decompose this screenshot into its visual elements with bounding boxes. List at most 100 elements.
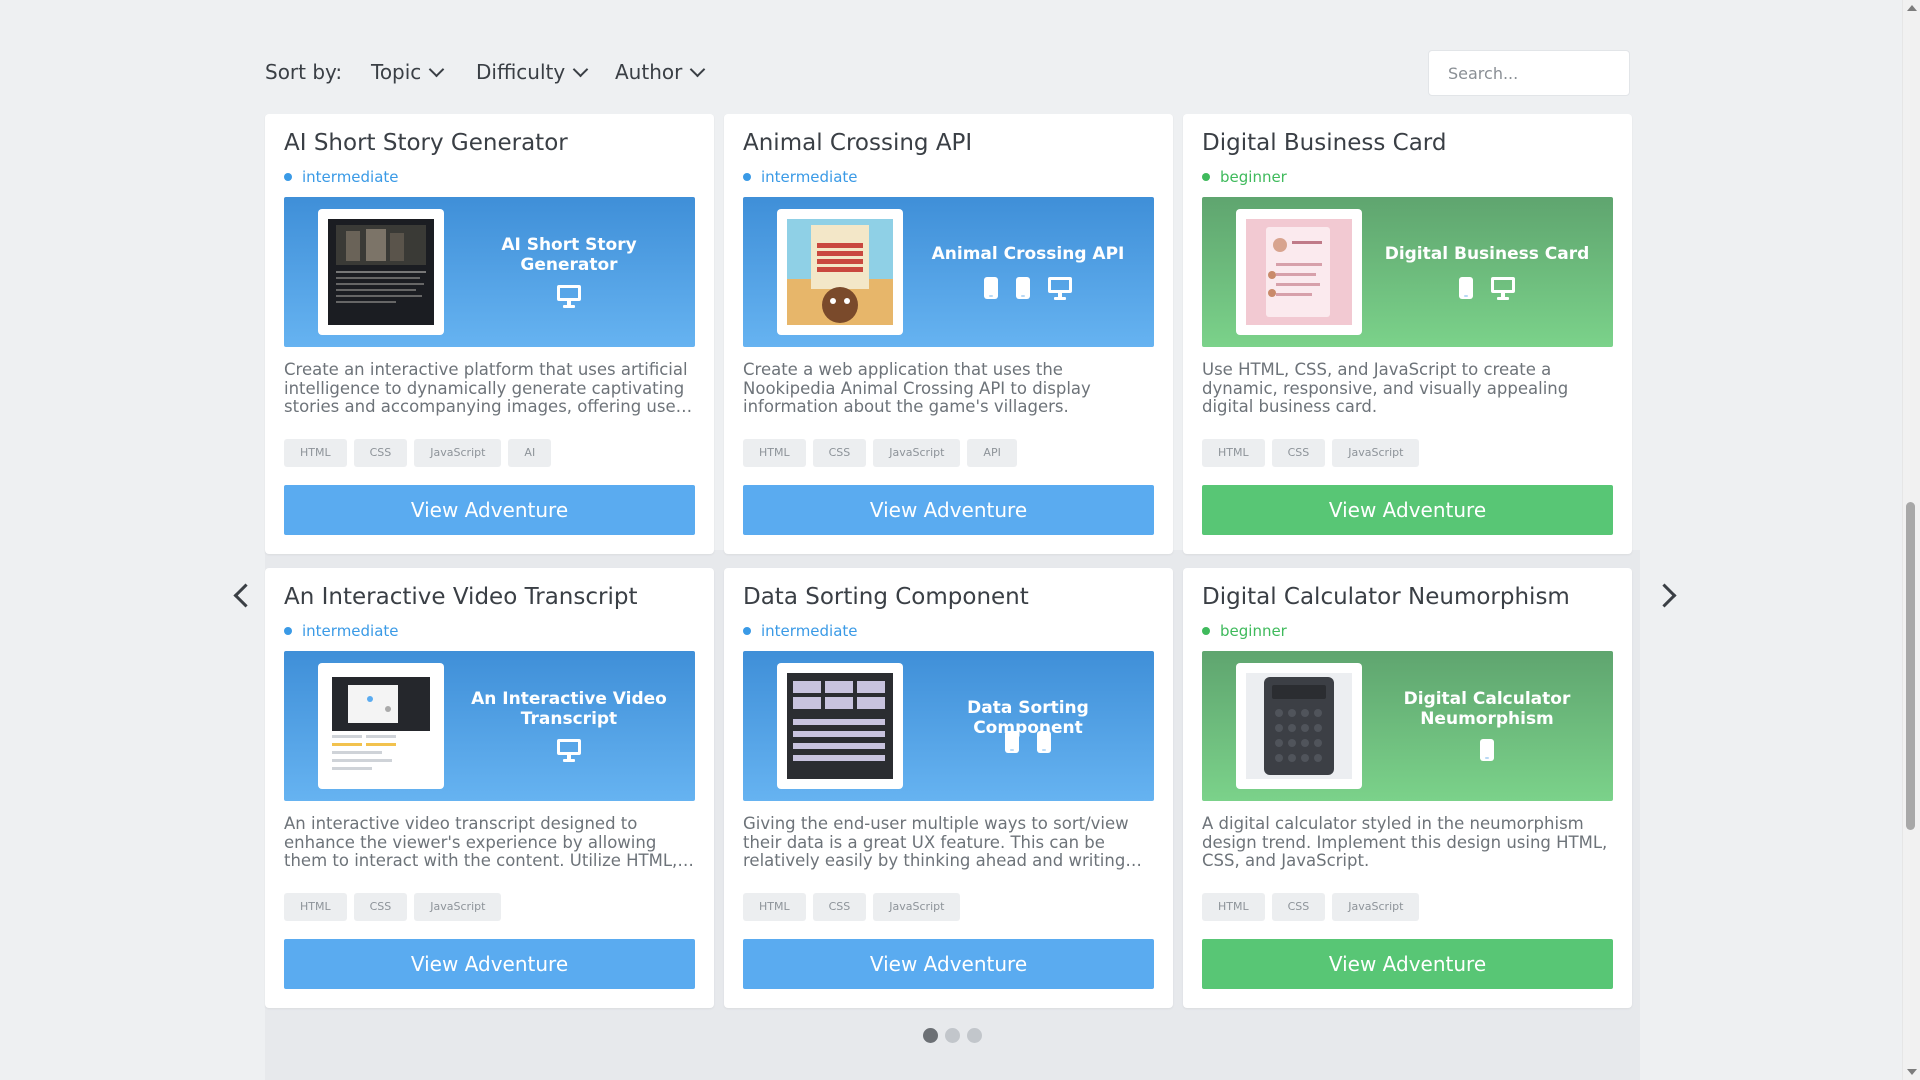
supported-devices: [459, 739, 679, 763]
card-description: Use HTML, CSS, and JavaScript to create …: [1202, 361, 1569, 416]
supported-devices: [1377, 739, 1597, 761]
card-description: A digital calculator styled in the neumo…: [1202, 815, 1608, 870]
view-adventure-button[interactable]: View Adventure: [743, 485, 1154, 535]
card-title: Digital Business Card: [1202, 130, 1447, 156]
supported-devices: [1377, 277, 1597, 301]
tech-tags: HTML CSS JavaScript: [1202, 439, 1420, 467]
chevron-down-icon: [429, 61, 445, 78]
project-preview-image: [328, 673, 434, 779]
project-preview-frame: [1236, 209, 1362, 335]
carousel-prev-arrow-icon[interactable]: [233, 583, 258, 608]
adventure-card: Digital Business Card beginner Digital B…: [1183, 114, 1632, 554]
tech-tag: CSS: [812, 439, 867, 467]
adventure-card: Data Sorting Component intermediate Data…: [724, 568, 1173, 1008]
sort-difficulty-label: Difficulty: [476, 60, 566, 84]
tech-tags: HTML CSS JavaScript API: [743, 439, 1017, 467]
phone-icon: [1005, 731, 1019, 753]
tech-tags: HTML CSS JavaScript AI: [284, 439, 552, 467]
tech-tag: HTML: [1202, 439, 1265, 467]
difficulty-badge: intermediate: [284, 168, 399, 186]
tech-tags: HTML CSS JavaScript: [284, 893, 502, 921]
difficulty-dot-icon: [743, 173, 751, 181]
chevron-down-icon: [572, 61, 589, 78]
project-banner: An Interactive Video Transcript: [284, 651, 695, 801]
tech-tag: CSS: [1271, 893, 1326, 921]
tech-tag: JavaScript: [873, 893, 961, 921]
card-title: An Interactive Video Transcript: [284, 584, 638, 610]
project-banner: Data Sorting Component: [743, 651, 1154, 801]
project-preview-frame: [318, 663, 444, 789]
view-adventure-button[interactable]: View Adventure: [1202, 485, 1613, 535]
search-input[interactable]: [1428, 50, 1630, 96]
phone-icon: [1480, 739, 1494, 761]
supported-devices: [459, 285, 679, 309]
card-description: Giving the end-user multiple ways to sor…: [743, 815, 1129, 871]
phone-icon: [1459, 277, 1473, 299]
project-preview-frame: [318, 209, 444, 335]
project-preview-image: [1246, 219, 1352, 325]
view-adventure-button[interactable]: View Adventure: [743, 939, 1154, 989]
scroll-down-arrow-icon[interactable]: [1907, 1069, 1917, 1075]
adventure-card: An Interactive Video Transcript intermed…: [265, 568, 714, 1008]
difficulty-dot-icon: [1202, 173, 1210, 181]
difficulty-badge: intermediate: [284, 622, 399, 640]
card-description: An interactive video transcript designed…: [284, 815, 678, 871]
view-adventure-button[interactable]: View Adventure: [284, 485, 695, 535]
carousel-page-dot[interactable]: [967, 1028, 982, 1043]
carousel-page-dot[interactable]: [923, 1028, 938, 1043]
sort-author-dropdown[interactable]: Author: [615, 60, 706, 84]
tech-tag: HTML: [743, 893, 806, 921]
project-banner: AI Short Story Generator: [284, 197, 695, 347]
monitor-icon: [1048, 277, 1072, 301]
carousel-next-arrow-icon[interactable]: [1652, 583, 1677, 608]
difficulty-dot-icon: [1202, 627, 1210, 635]
view-adventure-button[interactable]: View Adventure: [284, 939, 695, 989]
difficulty-badge: intermediate: [743, 622, 858, 640]
tech-tag: HTML: [284, 439, 347, 467]
project-preview-image: [787, 673, 893, 779]
sort-topic-label: Topic: [371, 60, 422, 84]
tech-tag: HTML: [284, 893, 347, 921]
difficulty-dot-icon: [284, 173, 292, 181]
adventure-card: AI Short Story Generator intermediate AI…: [265, 114, 714, 554]
card-description: Create a web application that uses the N…: [743, 361, 1091, 416]
project-banner: Digital Business Card: [1202, 197, 1613, 347]
difficulty-dot-icon: [743, 627, 751, 635]
page-scrollbar[interactable]: [1902, 0, 1920, 1080]
phone-icon: [984, 277, 998, 299]
tech-tag: JavaScript: [414, 893, 502, 921]
difficulty-label: intermediate: [302, 168, 399, 186]
tech-tag: CSS: [812, 893, 867, 921]
banner-title: AI Short Story Generator: [501, 235, 637, 275]
card-title: Animal Crossing API: [743, 130, 973, 156]
tech-tags: HTML CSS JavaScript: [743, 893, 961, 921]
tech-tag: API: [967, 439, 1017, 467]
difficulty-badge: beginner: [1202, 622, 1287, 640]
card-title: Digital Calculator Neumorphism: [1202, 584, 1570, 610]
sort-topic-dropdown[interactable]: Topic: [371, 60, 445, 84]
tech-tag: CSS: [353, 439, 408, 467]
banner-title: Animal Crossing API: [931, 244, 1125, 264]
scroll-up-arrow-icon[interactable]: [1907, 5, 1917, 11]
tablet-icon: [1037, 731, 1051, 753]
tech-tag: AI: [508, 439, 552, 467]
tech-tag: CSS: [353, 893, 408, 921]
project-preview-frame: [777, 663, 903, 789]
project-preview-frame: [1236, 663, 1362, 789]
scroll-thumb[interactable]: [1906, 502, 1915, 830]
difficulty-badge: beginner: [1202, 168, 1287, 186]
project-preview-image: [1246, 673, 1352, 779]
difficulty-badge: intermediate: [743, 168, 858, 186]
view-adventure-button[interactable]: View Adventure: [1202, 939, 1613, 989]
project-preview-image: [787, 219, 893, 325]
card-description: Create an interactive platform that uses…: [284, 361, 692, 417]
difficulty-dot-icon: [284, 627, 292, 635]
sort-author-label: Author: [615, 60, 683, 84]
difficulty-label: intermediate: [302, 622, 399, 640]
sort-by-label: Sort by:: [265, 60, 343, 84]
carousel-page-dot[interactable]: [945, 1028, 960, 1043]
project-preview-image: [328, 219, 434, 325]
tech-tag: JavaScript: [414, 439, 502, 467]
sort-difficulty-dropdown[interactable]: Difficulty: [476, 60, 589, 84]
banner-title: Digital Business Card: [1384, 244, 1590, 264]
